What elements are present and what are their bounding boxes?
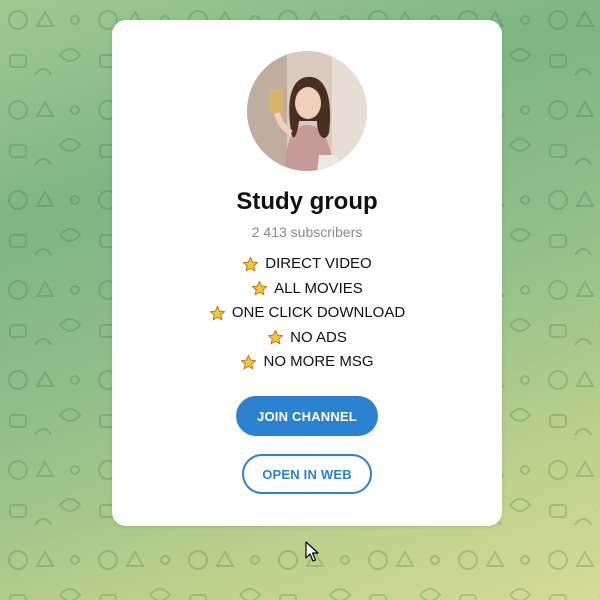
- feature-line: NO MORE MSG: [112, 350, 502, 375]
- mouse-cursor-icon: [305, 541, 319, 562]
- channel-card: Study group 2 413 subscribers DIRECT VID…: [112, 20, 502, 526]
- feature-text: DIRECT VIDEO: [265, 255, 372, 273]
- channel-title: Study group: [236, 188, 378, 215]
- star-icon: [209, 305, 225, 321]
- feature-line: ONE CLICK DOWNLOAD: [112, 301, 502, 326]
- star-icon: [252, 281, 268, 296]
- join-channel-button[interactable]: JOIN CHANNEL: [236, 396, 378, 436]
- channel-avatar: [247, 51, 367, 171]
- feature-text: NO MORE MSG: [263, 353, 374, 371]
- star-icon: [241, 354, 257, 370]
- feature-line: DIRECT VIDEO: [112, 252, 502, 277]
- star-icon: [268, 330, 284, 345]
- star-icon: [243, 256, 259, 272]
- feature-text: NO ADS: [290, 328, 347, 346]
- subscriber-count: 2 413 subscribers: [251, 224, 363, 240]
- channel-description: DIRECT VIDEO ALL MOVIES ONE CLICK DOWNLO…: [112, 252, 502, 375]
- open-in-web-button[interactable]: OPEN IN WEB: [242, 454, 372, 494]
- feature-line: NO ADS: [112, 326, 502, 351]
- feature-text: ALL MOVIES: [274, 279, 363, 297]
- feature-text: ONE CLICK DOWNLOAD: [231, 304, 406, 322]
- feature-line: ALL MOVIES: [112, 277, 502, 302]
